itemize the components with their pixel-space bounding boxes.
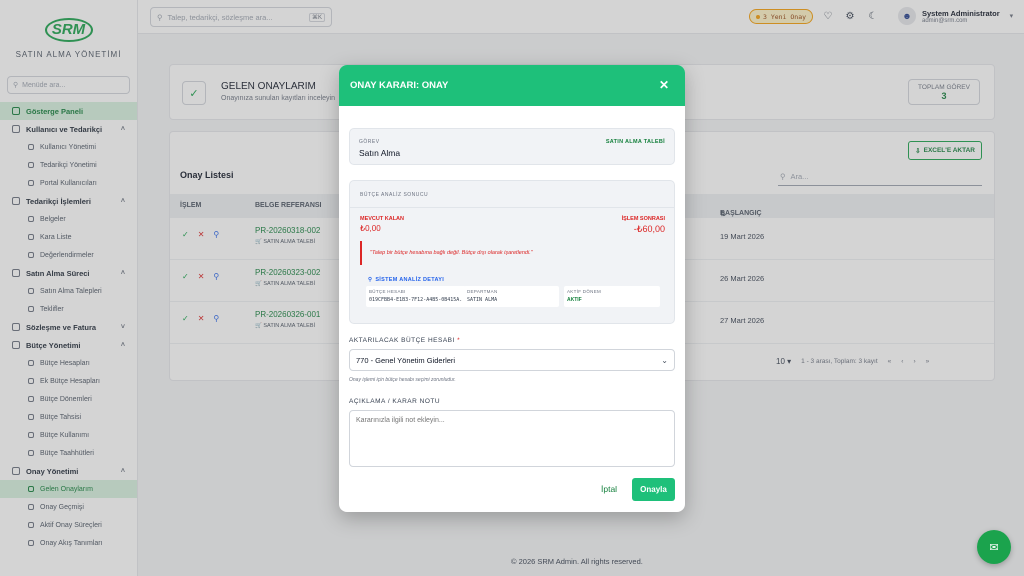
analysis-value: AKTİF [567, 297, 582, 303]
chat-fab-button[interactable]: ✉ [977, 530, 1011, 564]
budget-analysis: BÜTÇE ANALİZ SONUCU MEVCUT KALAN ₺0,00 İ… [349, 180, 675, 324]
analysis-label: BÜTÇE HESABI [369, 289, 406, 294]
modal-header: ONAY KARARI: ONAY [339, 65, 685, 106]
analysis-department: DEPARTMAN SATIN ALMA [464, 286, 559, 307]
analysis-value: SATIN ALMA [467, 297, 498, 303]
analysis-active-period: AKTİF DÖNEM AKTİF [564, 286, 660, 307]
task-info: GÖREV Satın Alma SATIN ALMA TALEBİ [349, 128, 675, 165]
budget-account-value: 770 - Genel Yönetim Giderleri [356, 355, 456, 365]
after-balance-value: -₺60,00 [633, 224, 665, 234]
system-analysis-label: SİSTEM ANALİZ DETAYI [375, 277, 445, 283]
budget-analysis-title: BÜTÇE ANALİZ SONUCU [360, 192, 429, 198]
budget-warning: "Talep bir bütçe hesabına bağlı değil. B… [360, 241, 666, 265]
approve-button[interactable]: Onayla [632, 478, 675, 501]
close-icon[interactable]: ✕ [659, 78, 669, 92]
analysis-label: DEPARTMAN [467, 289, 498, 294]
chat-icon: ✉ [989, 541, 999, 554]
current-balance-value: ₺0,00 [360, 224, 381, 233]
account-label-text: AKTARILACAK BÜTÇE HESABI [349, 337, 455, 344]
required-marker: * [457, 337, 461, 344]
task-value: Satın Alma [359, 148, 401, 158]
system-analysis-title: ⚲ SİSTEM ANALİZ DETAYI [368, 277, 444, 283]
zoom-icon: ⚲ [368, 277, 373, 283]
divider [350, 207, 674, 208]
chevron-down-icon: ⌄ [661, 355, 668, 365]
budget-account-select[interactable]: 770 - Genel Yönetim Giderleri ⌄ [349, 349, 675, 371]
account-hint: Onay işlemi için bütçe hesabı seçimi zor… [349, 377, 456, 383]
analysis-budget-account: BÜTÇE HESABI 019CFBB4-E1B3-7F12-A4B5-0B4… [366, 286, 466, 307]
task-type-tag: SATIN ALMA TALEBİ [605, 139, 665, 145]
analysis-label: AKTİF DÖNEM [567, 289, 602, 294]
cancel-button[interactable]: İptal [601, 484, 617, 494]
note-field-label: AÇIKLAMA / KARAR NOTU [349, 398, 441, 405]
approval-decision-modal: ONAY KARARI: ONAY ✕ GÖREV Satın Alma SAT… [339, 65, 685, 512]
task-label: GÖREV [359, 139, 380, 145]
after-balance-label: İŞLEM SONRASI [621, 216, 665, 222]
decision-note-textarea[interactable] [349, 410, 675, 467]
analysis-value: 019CFBB4-E1B3-7F12-A4B5-0B415A... [369, 297, 463, 303]
current-balance-label: MEVCUT KALAN [360, 216, 404, 222]
account-field-label: AKTARILACAK BÜTÇE HESABI * [349, 337, 460, 344]
modal-title: ONAY KARARI: ONAY [350, 80, 449, 91]
